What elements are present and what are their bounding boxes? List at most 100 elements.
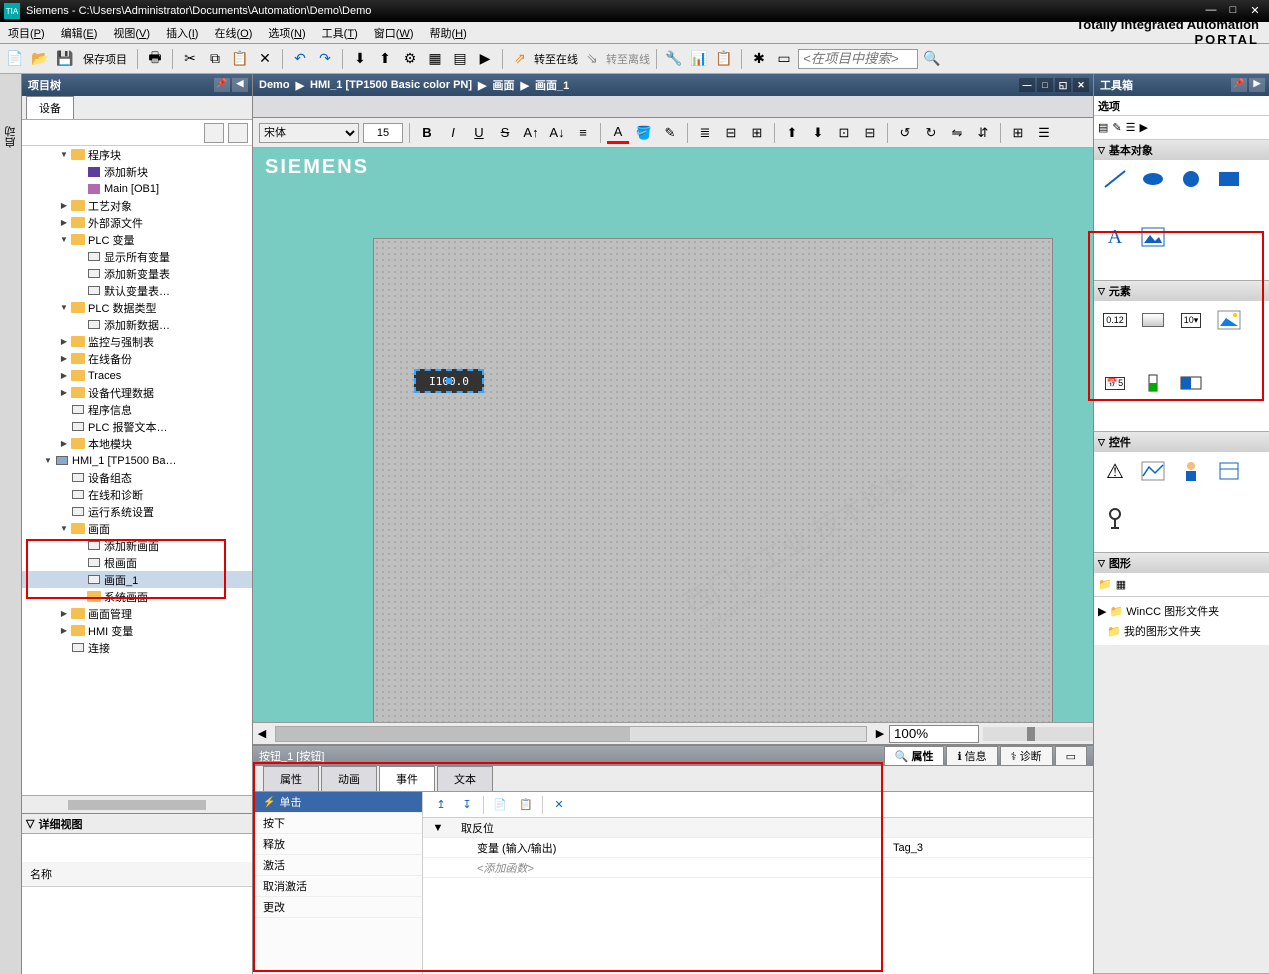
- new-project-icon[interactable]: 📄: [4, 48, 26, 70]
- tb-c-icon[interactable]: 📋: [713, 48, 735, 70]
- menu-tools[interactable]: 工具(T): [314, 25, 366, 41]
- graphic-io-tool[interactable]: [1214, 307, 1244, 333]
- tree-tool-2[interactable]: [228, 123, 248, 143]
- font-grow-icon[interactable]: A↑: [520, 122, 542, 144]
- insp-top-info-tab[interactable]: ℹ信息: [946, 746, 997, 766]
- tree-node-12[interactable]: ▶在线备份: [22, 350, 252, 367]
- insp-top-collapse-button[interactable]: ▭: [1055, 746, 1087, 766]
- menu-edit[interactable]: 编辑(E): [53, 25, 106, 41]
- user-view-tool[interactable]: [1176, 458, 1206, 484]
- simulate-icon[interactable]: ▶: [474, 48, 496, 70]
- panel-collapse-icon[interactable]: ◀: [232, 78, 248, 92]
- grid-icon[interactable]: ⊞: [1007, 122, 1029, 144]
- font-size-input[interactable]: [363, 123, 403, 143]
- insp-top-properties-tab[interactable]: 🔍属性: [884, 746, 945, 766]
- menu-insert[interactable]: 插入(I): [158, 25, 206, 41]
- zoom-slider[interactable]: [983, 727, 1093, 741]
- tool5-icon[interactable]: ▤: [449, 48, 471, 70]
- valign-icon[interactable]: ⊟: [720, 122, 742, 144]
- paste-icon[interactable]: 📋: [229, 48, 251, 70]
- graphics-tool-b[interactable]: ▦: [1116, 578, 1126, 591]
- button-tool[interactable]: [1138, 307, 1168, 333]
- tree-hscroll[interactable]: [22, 795, 252, 813]
- event-5[interactable]: 更改: [253, 897, 422, 918]
- devices-tab[interactable]: 设备: [26, 96, 74, 119]
- tree-tool-1[interactable]: [204, 123, 224, 143]
- print-icon[interactable]: 🖶: [144, 48, 166, 70]
- maximize-button[interactable]: □: [1223, 4, 1243, 18]
- image-tool[interactable]: [1138, 224, 1168, 250]
- tree-node-16[interactable]: PLC 报警文本…: [22, 418, 252, 435]
- hmi-button-element[interactable]: I100.0: [414, 369, 484, 393]
- opt-tool-3[interactable]: ☰: [1126, 121, 1136, 134]
- font-select[interactable]: 宋体: [259, 123, 359, 143]
- go-online-label[interactable]: 转至在线: [534, 51, 578, 67]
- tree-node-5[interactable]: ▼PLC 变量: [22, 231, 252, 248]
- cross-ref-icon[interactable]: ✱: [748, 48, 770, 70]
- tree-node-19[interactable]: 设备组态: [22, 469, 252, 486]
- graphics-folder-mine[interactable]: 📁 我的图形文件夹: [1098, 621, 1265, 641]
- scroll-right-icon[interactable]: ▶: [871, 727, 889, 740]
- tree-node-29[interactable]: 连接: [22, 639, 252, 656]
- tree-node-26[interactable]: 系统画面: [22, 588, 252, 605]
- tree-node-2[interactable]: Main [OB1]: [22, 180, 252, 197]
- graphics-header[interactable]: ▽图形: [1094, 553, 1269, 573]
- menu-options[interactable]: 选项(N): [260, 25, 313, 41]
- undo-icon[interactable]: ↶: [289, 48, 311, 70]
- tree-node-7[interactable]: 添加新变量表: [22, 265, 252, 282]
- save-icon[interactable]: 💾: [54, 48, 76, 70]
- delete-icon[interactable]: ✕: [254, 48, 276, 70]
- tool4-icon[interactable]: ▦: [424, 48, 446, 70]
- halign-icon[interactable]: ≣: [694, 122, 716, 144]
- basic-objects-header[interactable]: ▽基本对象: [1094, 140, 1269, 160]
- ungroup-icon[interactable]: ⊟: [859, 122, 881, 144]
- symbolic-io-tool[interactable]: 10▾: [1176, 307, 1206, 333]
- tb-a-icon[interactable]: 🔧: [663, 48, 685, 70]
- opt-tool-4[interactable]: ▶: [1140, 121, 1148, 134]
- insp-tab-text[interactable]: 文本: [437, 766, 493, 791]
- add-function-placeholder[interactable]: <添加函数>: [453, 860, 893, 876]
- menu-view[interactable]: 视图(V): [105, 25, 158, 41]
- menu-window[interactable]: 窗口(W): [366, 25, 422, 41]
- close-button[interactable]: ✕: [1245, 4, 1265, 18]
- tree-node-20[interactable]: 在线和诊断: [22, 486, 252, 503]
- editor-close-button[interactable]: ✕: [1073, 78, 1089, 92]
- editor-minimize-button[interactable]: —: [1019, 78, 1035, 92]
- fill-color-icon[interactable]: 🪣: [633, 122, 655, 144]
- editor-maximize-button[interactable]: ◱: [1055, 78, 1071, 92]
- cut-icon[interactable]: ✂: [179, 48, 201, 70]
- switch-tool[interactable]: [1176, 370, 1206, 396]
- rect-tool[interactable]: [1214, 166, 1244, 192]
- group-icon[interactable]: ⊡: [833, 122, 855, 144]
- download-icon[interactable]: ⬇: [349, 48, 371, 70]
- toolbox-collapse-icon[interactable]: ▶: [1249, 78, 1265, 92]
- alarm-view-tool[interactable]: ⚠: [1100, 458, 1130, 484]
- opt-tool-1[interactable]: ▤: [1098, 121, 1108, 134]
- menu-help[interactable]: 帮助(H): [421, 25, 474, 41]
- graphics-tool-a[interactable]: 📁: [1098, 578, 1112, 591]
- tree-node-25[interactable]: 画面_1: [22, 571, 252, 588]
- scroll-left-icon[interactable]: ◀: [253, 727, 271, 740]
- event-3[interactable]: 激活: [253, 855, 422, 876]
- io-field-tool[interactable]: 0.12: [1100, 307, 1130, 333]
- font-color-icon[interactable]: A: [607, 122, 629, 144]
- open-project-icon[interactable]: 📂: [29, 48, 51, 70]
- minimize-button[interactable]: —: [1201, 4, 1221, 18]
- layout-icon[interactable]: ▭: [773, 48, 795, 70]
- editor-restore-button[interactable]: □: [1037, 78, 1053, 92]
- project-tree[interactable]: ▼程序块添加新块Main [OB1]▶工艺对象▶外部源文件▼PLC 变量显示所有…: [22, 146, 252, 795]
- elements-header[interactable]: ▽元素: [1094, 281, 1269, 301]
- tree-node-28[interactable]: ▶HMI 变量: [22, 622, 252, 639]
- bar-tool[interactable]: [1138, 370, 1168, 396]
- event-0[interactable]: ⚡单击: [253, 792, 422, 813]
- func-delete-icon[interactable]: ✕: [549, 795, 569, 815]
- dist-h-icon[interactable]: ⊞: [746, 122, 768, 144]
- underline-icon[interactable]: U: [468, 122, 490, 144]
- hmi-screen-canvas[interactable]: I100.0 西门子工业 技术论坛 support.industry.sieme…: [373, 238, 1053, 722]
- tree-node-1[interactable]: 添加新块: [22, 163, 252, 180]
- tree-node-18[interactable]: ▼HMI_1 [TP1500 Ba…: [22, 452, 252, 469]
- go-offline-icon[interactable]: ⇘: [581, 48, 603, 70]
- bring-front-icon[interactable]: ⬆: [781, 122, 803, 144]
- recipe-view-tool[interactable]: [1214, 458, 1244, 484]
- ellipse-tool[interactable]: [1138, 166, 1168, 192]
